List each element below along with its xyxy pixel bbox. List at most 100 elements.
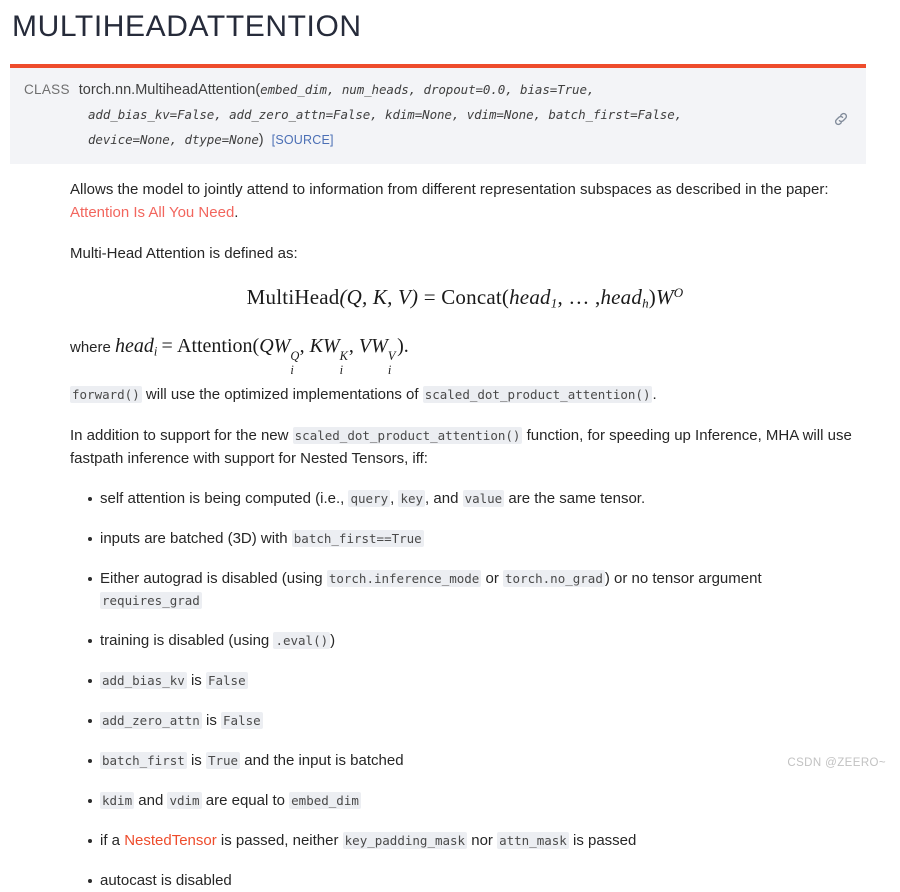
list-item-text: are equal to bbox=[201, 792, 290, 810]
inline-code: False bbox=[205, 672, 248, 690]
list-item-text: is bbox=[201, 712, 222, 730]
inline-code: torch.no_grad bbox=[503, 570, 605, 588]
where-term1-sub: i bbox=[290, 363, 294, 378]
formula-head-h: head bbox=[600, 285, 643, 309]
list-item-text: is passed, neither bbox=[216, 832, 343, 850]
inline-code: embed_dim bbox=[289, 792, 361, 810]
list-item-text: is passed bbox=[568, 832, 637, 850]
list-item-text: ) or no tensor argument bbox=[604, 570, 762, 588]
signature-params-line-2: add_bias_kv=False, add_zero_attn=False, … bbox=[88, 107, 683, 122]
class-description: Allows the model to jointly attend to in… bbox=[70, 178, 860, 892]
watermark: CSDN @ZEERO~ bbox=[787, 757, 886, 769]
list-item-text: is bbox=[186, 752, 206, 770]
where-period: . bbox=[403, 334, 409, 357]
signature-params-line-3: device=None, dtype=None bbox=[88, 132, 259, 147]
inline-code: batch_first==True bbox=[291, 530, 424, 548]
list-item-text: ) bbox=[330, 632, 336, 650]
signature-params-line-1: embed_dim, num_heads, dropout=0.0, bias=… bbox=[260, 82, 595, 97]
inline-code: key bbox=[398, 490, 426, 508]
inline-code: requires_grad bbox=[100, 592, 202, 610]
formula-w-sup: O bbox=[673, 285, 684, 301]
list-item-text: and the input is batched bbox=[240, 752, 404, 770]
formula-rhs-name: Concat bbox=[441, 285, 502, 309]
formula-w-symbol: W bbox=[656, 285, 674, 309]
where-attention: Attention bbox=[177, 334, 253, 357]
where-head-i: head bbox=[115, 334, 154, 357]
inline-code: False bbox=[221, 712, 263, 730]
list-item: add_zero_attn is False bbox=[70, 710, 860, 732]
signature-first-line: CLASS torch.nn.MultiheadAttention(embed_d… bbox=[10, 78, 866, 102]
formula-equals: = bbox=[423, 285, 436, 309]
inline-code: value bbox=[462, 490, 505, 508]
inline-code: query bbox=[348, 490, 391, 508]
page-title: MULTIHEADATTENTION bbox=[12, 10, 362, 43]
list-item-text: or bbox=[481, 570, 504, 588]
where-term2-pre: KW bbox=[309, 334, 340, 357]
intro-text: Allows the model to jointly attend to in… bbox=[70, 181, 829, 198]
inline-code: key_padding_mask bbox=[342, 832, 468, 850]
list-item-text: training is disabled (using bbox=[100, 632, 274, 650]
inline-code: torch.inference_mode bbox=[326, 570, 482, 588]
where-term2-sub: i bbox=[339, 363, 344, 378]
formula-rhs-close: ) bbox=[648, 285, 656, 309]
forward-paragraph: forward() will use the optimized impleme… bbox=[70, 383, 860, 406]
formula-lhs-name: MultiHead bbox=[246, 285, 340, 309]
code-scaled-dot-product-attention: scaled_dot_product_attention() bbox=[422, 386, 653, 404]
list-item-text: self attention is being computed (i.e., bbox=[100, 490, 349, 508]
inline-code: add_zero_attn bbox=[100, 712, 202, 730]
where-close: ) bbox=[397, 334, 404, 357]
where-head-i-sub: i bbox=[153, 344, 158, 359]
list-item: self attention is being computed (i.e., … bbox=[70, 488, 860, 510]
list-item-text: nor bbox=[467, 832, 498, 850]
formula-head-1: head bbox=[509, 285, 551, 309]
inline-code: kdim bbox=[100, 792, 135, 810]
link-icon[interactable] bbox=[832, 110, 850, 128]
formula-where-line: where headi = Attention(QW Qi, KW Ki, VW Vi… bbox=[70, 334, 860, 377]
list-item: kdim and vdim are equal to embed_dim bbox=[70, 790, 860, 812]
fastpath-paragraph: In addition to support for the new scale… bbox=[70, 424, 860, 470]
nested-tensor-link[interactable]: NestedTensor bbox=[124, 832, 217, 849]
intro-period: . bbox=[234, 204, 239, 221]
defined-as-paragraph: Multi-Head Attention is defined as: bbox=[70, 245, 298, 262]
list-item-text: is bbox=[186, 672, 206, 690]
list-item-text: if a bbox=[100, 832, 125, 850]
class-signature-block: CLASS torch.nn.MultiheadAttention(embed_d… bbox=[10, 64, 866, 164]
signature-qualified-name: torch.nn.MultiheadAttention bbox=[78, 82, 256, 98]
paper-link[interactable]: Attention Is All You Need bbox=[70, 204, 234, 221]
list-item: Either autograd is disabled (using torch… bbox=[70, 568, 860, 612]
list-item: autocast is disabled bbox=[70, 870, 860, 892]
source-link[interactable]: [SOURCE] bbox=[272, 133, 334, 147]
code-forward: forward() bbox=[70, 386, 142, 404]
list-item: inputs are batched (3D) with batch_first… bbox=[70, 528, 860, 550]
forward-end-text: . bbox=[652, 386, 657, 404]
formula-ellipsis: , … , bbox=[557, 285, 601, 309]
list-item-text: autocast is disabled bbox=[100, 872, 232, 890]
signature-close-paren: ) bbox=[258, 132, 264, 148]
signature-third-line: device=None, dtype=None) [SOURCE] bbox=[10, 128, 866, 152]
intro-paragraph: Allows the model to jointly attend to in… bbox=[70, 178, 860, 224]
list-item-text: Either autograd is disabled (using bbox=[100, 570, 327, 588]
inline-code: vdim bbox=[167, 792, 202, 810]
signature-kind-label: CLASS bbox=[24, 82, 70, 97]
formula-multihead: MultiHead(Q, K, V) = Concat(head1, … ,he… bbox=[70, 285, 860, 312]
where-term1-pre: QW bbox=[259, 334, 291, 357]
formula-lhs-args: (Q, K, V) bbox=[339, 285, 419, 309]
code-scaled-dot-product-attention-2: scaled_dot_product_attention() bbox=[292, 427, 523, 445]
formula-head-h-sub: h bbox=[642, 295, 649, 311]
list-item-text: are the same tensor. bbox=[504, 490, 646, 508]
list-item-text: inputs are batched (3D) with bbox=[100, 530, 292, 548]
forward-mid-text: will use the optimized implementations o… bbox=[141, 386, 423, 404]
where-term3-pre: VW bbox=[358, 334, 388, 357]
signature-second-line: add_bias_kv=False, add_zero_attn=False, … bbox=[10, 103, 866, 127]
list-item-text: , and bbox=[425, 490, 463, 508]
where-equals: = bbox=[161, 334, 173, 357]
inline-code: True bbox=[205, 752, 241, 770]
list-item: add_bias_kv is False bbox=[70, 670, 860, 692]
list-item: batch_first is True and the input is bat… bbox=[70, 750, 860, 772]
list-item: if a NestedTensor is passed, neither key… bbox=[70, 830, 860, 852]
where-word: where bbox=[70, 338, 111, 356]
list-item-text: and bbox=[134, 792, 168, 810]
inline-code: attn_mask bbox=[497, 832, 569, 850]
inline-code: .eval() bbox=[273, 632, 331, 650]
inline-code: add_bias_kv bbox=[100, 672, 187, 690]
